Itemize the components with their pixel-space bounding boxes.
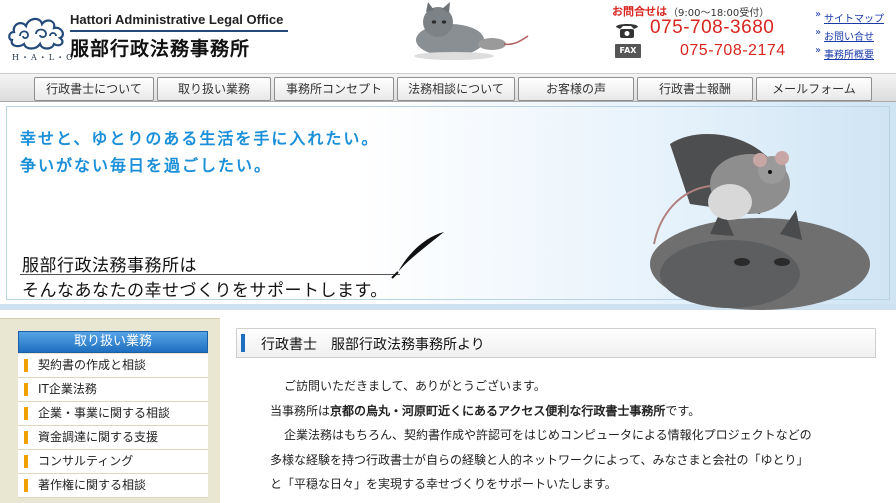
sidebar-item-funding[interactable]: 資金調達に関する支援 xyxy=(18,426,208,450)
telephone-icon xyxy=(616,24,638,38)
section-heading: 行政書士 服部行政法務事務所より xyxy=(236,328,876,358)
tab-fees[interactable]: 行政書士報酬 xyxy=(637,77,753,101)
bullet-icon xyxy=(24,407,28,420)
tab-office-concept[interactable]: 事務所コンセプト xyxy=(274,77,394,101)
hero-underline xyxy=(20,274,400,275)
logo-japanese-name: 服部行政法務事務所 xyxy=(70,38,251,60)
logo[interactable]: H・A・L・O Hattori Administrative Legal Off… xyxy=(6,8,296,64)
sidebar-item-it-legal[interactable]: IT企業法務 xyxy=(18,378,208,402)
tab-services[interactable]: 取り扱い業務 xyxy=(157,77,271,101)
cloud-logo-icon xyxy=(8,17,64,50)
hero-tagline-1: 幸せと、ゆとりのある生活を手に入れたい。 xyxy=(20,129,380,148)
sidebar: 取り扱い業務 契約書の作成と相談 IT企業法務 企業・事業に関する相談 資金調達… xyxy=(0,318,220,503)
sidebar-item-label: コンサルティング xyxy=(38,454,134,468)
fax-number: 075-708-2174 xyxy=(680,42,786,59)
bullet-icon xyxy=(24,431,28,444)
sidebar-title: 取り扱い業務 xyxy=(18,331,208,353)
cat-and-rat-photo xyxy=(650,134,870,310)
sidebar-item-consulting[interactable]: コンサルティング xyxy=(18,450,208,474)
section-heading-text: 行政書士 服部行政法務事務所より xyxy=(261,337,485,353)
hero-banner: 幸せと、ゆとりのある生活を手に入れたい。 争いがない毎日を過ごしたい。 服部行政… xyxy=(0,102,896,310)
logo-english-name: Hattori Administrative Legal Office xyxy=(70,12,284,27)
intro-paragraph-3: 企業法務はもちろん、契約書作成や許認可をはじめコンピュータによる情報化プロジェク… xyxy=(284,428,812,442)
tab-legal-consultation[interactable]: 法務相談について xyxy=(397,77,515,101)
intro-text-pre: 当事務所は xyxy=(270,404,331,418)
sidebar-item-label: IT企業法務 xyxy=(38,382,97,396)
contact-link[interactable]: お問い合せ xyxy=(814,27,894,46)
sidebar-item-copyright[interactable]: 著作権に関する相談 xyxy=(18,474,208,498)
bullet-icon xyxy=(24,383,28,396)
bullet-icon xyxy=(24,359,28,372)
intro-paragraph-4: 多様な経験を持つ行政書士が自らの経験と人的ネットワークによって、みなさまと会社の… xyxy=(270,453,809,467)
intro-text-post: です。 xyxy=(665,404,701,418)
sidebar-item-contracts[interactable]: 契約書の作成と相談 xyxy=(18,354,208,378)
sidebar-item-label: 著作権に関する相談 xyxy=(38,478,147,492)
tab-about-gyoseishoshi[interactable]: 行政書士について xyxy=(34,77,154,101)
main-nav: 行政書士について 取り扱い業務 事務所コンセプト 法務相談について お客様の声 … xyxy=(0,73,896,102)
logo-halo-text: H・A・L・O xyxy=(12,53,75,62)
tel-number[interactable]: 075-708-3680 xyxy=(650,17,774,39)
intro-text-bold: 京都の烏丸・河原町近くにあるアクセス便利な行政書士事務所 xyxy=(330,404,666,418)
sidebar-item-business[interactable]: 企業・事業に関する相談 xyxy=(18,402,208,426)
sidebar-item-label: 企業・事業に関する相談 xyxy=(38,406,171,420)
office-overview-link[interactable]: 事務所概要 xyxy=(814,45,894,64)
hero-message-1: 服部行政法務事務所は xyxy=(22,256,197,276)
hero-message-2: そんなあなたの幸せづくりをサポートします。 xyxy=(22,281,388,301)
hero-tagline-2: 争いがない毎日を過ごしたい。 xyxy=(20,156,273,175)
intro-paragraph-5: と「平穏な日々」を実現する幸せづくりをサポートいたします。 xyxy=(270,477,617,491)
tab-mail-form[interactable]: メールフォーム xyxy=(756,77,872,101)
heading-accent-bar xyxy=(241,334,245,352)
tab-customer-voices[interactable]: お客様の声 xyxy=(518,77,634,101)
intro-paragraph-1: ご訪問いただきまして、ありがとうございます。 xyxy=(284,379,546,393)
bullet-icon xyxy=(24,455,28,468)
bullet-icon xyxy=(24,479,28,492)
sitemap-link[interactable]: サイトマップ xyxy=(814,9,894,28)
sidebar-item-label: 資金調達に関する支援 xyxy=(38,430,159,444)
contact-box: お問合せは （9:00～18:00受付） 075-708-3680 FAX 07… xyxy=(610,2,810,64)
utility-links: サイトマップ お問い合せ 事務所概要 xyxy=(814,9,894,64)
logo-divider xyxy=(70,30,288,32)
quill-icon xyxy=(391,232,444,279)
sidebar-item-label: 契約書の作成と相談 xyxy=(38,358,147,372)
sidebar-list: 契約書の作成と相談 IT企業法務 企業・事業に関する相談 資金調達に関する支援 … xyxy=(18,354,208,498)
page: H・A・L・O Hattori Administrative Legal Off… xyxy=(0,0,896,503)
header-cat-image xyxy=(414,2,529,60)
intro-paragraph-2: 当事務所は京都の烏丸・河原町近くにあるアクセス便利な行政書士事務所です。 xyxy=(270,402,700,419)
fax-icon: FAX xyxy=(615,44,641,58)
